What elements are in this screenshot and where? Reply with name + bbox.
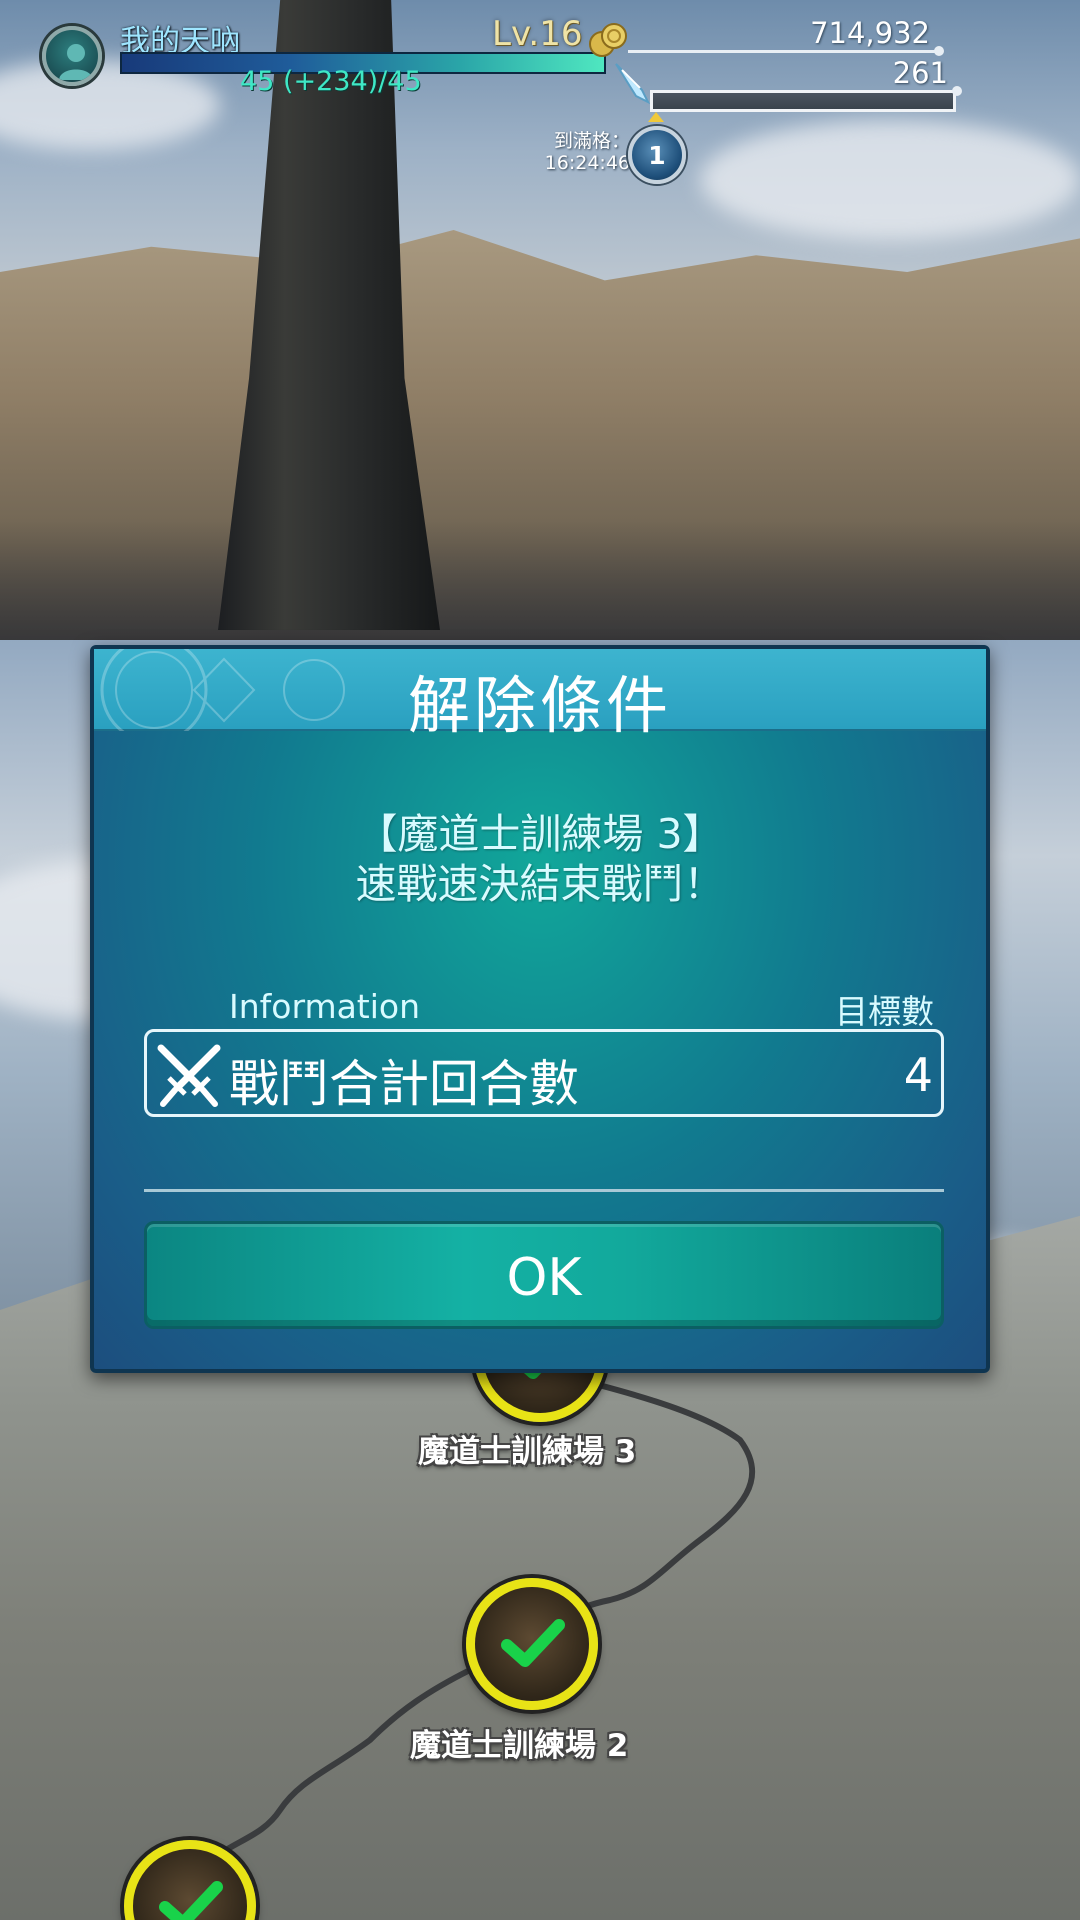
stage-node-2-label: 魔道士訓練場 2	[410, 1728, 629, 1764]
stamina-amount: 261	[892, 56, 948, 90]
stamina-crystal-icon	[615, 63, 651, 105]
gold-coin-icon	[589, 23, 627, 57]
dialog-title: 解除條件	[407, 669, 672, 742]
condition-description: 速戰速決結束戰鬥！	[355, 860, 725, 908]
player-level: Lv.16	[492, 14, 583, 54]
refill-count: 1	[648, 141, 666, 170]
target-count-label: 目標數	[835, 992, 934, 1031]
ok-button[interactable]: OK	[144, 1221, 944, 1329]
condition-text: 戰鬥合計回合數	[229, 1055, 579, 1113]
gold-line	[628, 50, 940, 53]
stamina-bar	[650, 90, 956, 112]
stamina-bar-end	[952, 86, 962, 96]
exp-text: 45 (+234)/45	[240, 66, 422, 97]
condition-target-value: 4	[903, 1048, 933, 1102]
stage-node-3-label: 魔道士訓練場 3	[418, 1434, 637, 1470]
divider	[144, 1189, 944, 1192]
information-label: Information	[229, 987, 421, 1026]
check-icon	[159, 1881, 223, 1920]
stamina-pointer-icon	[648, 112, 664, 122]
condition-row: 戰鬥合計回合數 4	[144, 1029, 944, 1117]
dialog-header: 解除條件	[94, 649, 986, 742]
check-icon	[501, 1619, 565, 1667]
unlock-condition-dialog: 解除條件 【魔道士訓練場 3】 速戰速決結束戰鬥！ Information 目標…	[90, 645, 990, 1373]
gold-line-end	[934, 46, 944, 56]
crossed-swords-icon	[157, 1044, 221, 1107]
refill-badge[interactable]: 1	[628, 126, 686, 184]
refill-label: 到滿格：	[553, 130, 630, 152]
player-avatar[interactable]	[42, 26, 102, 86]
ok-button-label: OK	[506, 1248, 582, 1308]
refill-timer: 到滿格： 16:24:46	[530, 130, 630, 174]
dialog-message: 【魔道士訓練場 3】 速戰速決結束戰鬥！	[94, 809, 986, 909]
stage-node-2[interactable]	[466, 1578, 598, 1710]
user-icon	[59, 44, 93, 80]
refill-time: 16:24:46	[544, 152, 630, 174]
gold-amount: 714,932	[810, 16, 930, 50]
stage-name: 【魔道士訓練場 3】	[356, 810, 724, 858]
